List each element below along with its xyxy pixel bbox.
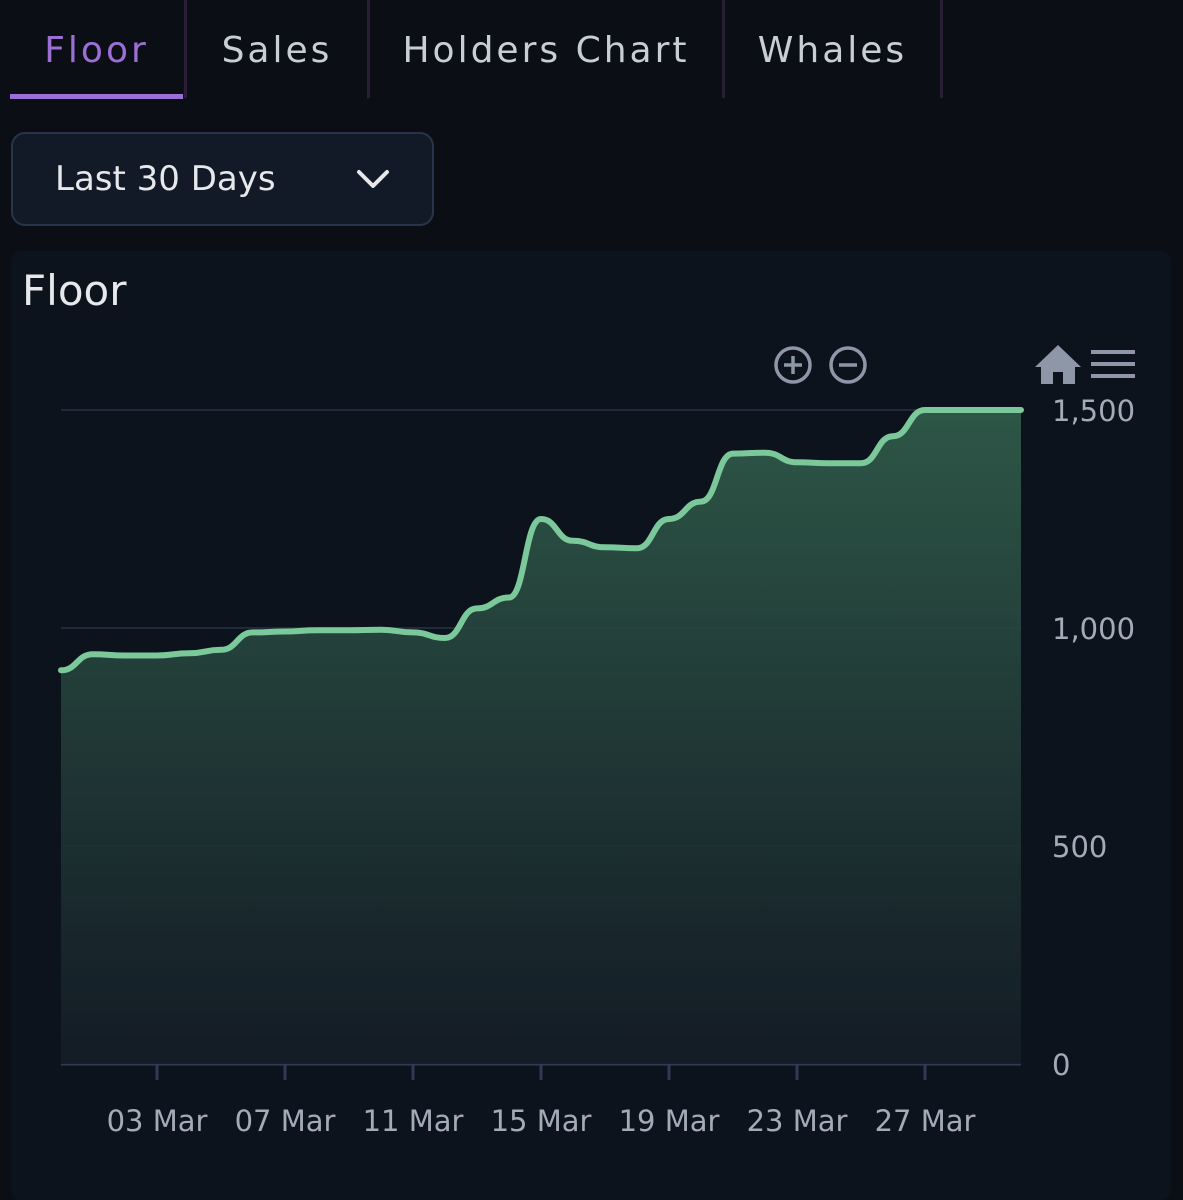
zoom-out-icon[interactable] [829, 346, 867, 384]
y-tick-label: 500 [1052, 830, 1107, 864]
x-tick-label: 11 Mar [363, 1104, 464, 1138]
x-tick-label: 15 Mar [491, 1104, 592, 1138]
y-tick-label: 0 [1052, 1048, 1070, 1082]
x-tick-label: 19 Mar [619, 1104, 720, 1138]
menu-icon[interactable] [1091, 350, 1135, 378]
zoom-in-icon[interactable] [774, 346, 812, 384]
floor-chart: 0 500 1,000 1,500 03 Mar 07 Mar 11 Mar 15 Mar 19… [58, 345, 1135, 1138]
home-icon[interactable] [1035, 345, 1081, 384]
y-tick-label: 1,000 [1052, 612, 1135, 646]
x-tick-label: 07 Mar [235, 1104, 336, 1138]
floor-area-fill [61, 410, 1021, 1064]
x-tick-label: 27 Mar [875, 1104, 976, 1138]
x-tick-label: 23 Mar [747, 1104, 848, 1138]
x-tick-label: 03 Mar [107, 1104, 208, 1138]
y-tick-label: 1,500 [1052, 394, 1135, 428]
